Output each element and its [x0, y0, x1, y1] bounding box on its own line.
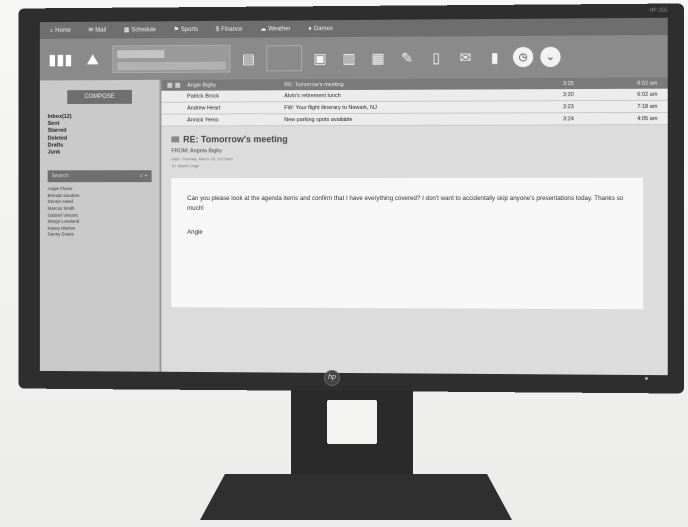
games-icon: ♦ [308, 25, 312, 32]
cell-subject: FW: Your flight itinerary to Newark, NJ [284, 104, 377, 111]
bar-chart-icon[interactable]: ▮▮▮ [48, 45, 73, 75]
cell-from: Annick Yemo [187, 116, 219, 123]
nav-label: Finance [221, 26, 243, 33]
nav-label: Home [55, 27, 71, 34]
compose-button[interactable]: COMPOSE [67, 89, 132, 105]
folder-item[interactable]: Junk [48, 149, 152, 156]
message-text: Can you please look at the agenda items … [187, 194, 624, 212]
print-icon[interactable]: ▣ [309, 47, 331, 69]
reader-from: FROM: Angela Bigby [171, 148, 223, 155]
monitor-screen: ⌂ Home ✉ Mail ▦ Schedule ⚑ Sports $ Finance ☁ Weath… [39, 17, 668, 376]
search-bar[interactable]: Search ⌕ + [47, 170, 152, 183]
pencil-icon[interactable]: ✎ [396, 47, 418, 69]
contact-list: Angie Flores Brenda Sanders Dennis Heed Mar… [48, 186, 152, 238]
clipboard-icon[interactable]: ▮ [484, 46, 506, 68]
mail-main: Angie Bigby RE: Tomorrow's meeting 3:25 … [159, 77, 668, 376]
monitor-corner-brand: HP 2EE [649, 7, 668, 14]
monitor-bezel: HP 2EE ⌂ Home ✉ Mail ▦ Schedule ⚑ Sports $ Financ… [18, 3, 685, 394]
calendar-icon: ▦ [123, 27, 130, 34]
stand-cable-hole [327, 400, 377, 444]
nav-label: Mail [95, 27, 107, 34]
save-icon[interactable]: ▥ [338, 47, 360, 69]
sports-icon: ⚑ [173, 27, 179, 34]
cell-subject: New parking spots available [284, 116, 353, 123]
table-row[interactable]: Annick Yemo New parking spots available 3:… [161, 112, 668, 127]
cell-time: 4:05 am [637, 115, 658, 122]
nav-item[interactable]: ⌂ Home [50, 27, 71, 33]
nav-item[interactable]: $ Finance [216, 26, 242, 32]
toolbar: ▮▮▮ ⛰ ▤ ▣ ▥ ▦ ✎ ▯ ✉ ▮ ◷ ⌄ [39, 34, 668, 81]
finance-icon: $ [215, 26, 220, 33]
mail-icon: ✉ [88, 27, 94, 34]
nav-label: Schedule [131, 26, 156, 33]
cell-from: Andrew Heart [187, 104, 221, 112]
nav-label: Games [313, 25, 333, 32]
cell-from: Patrick Brock [187, 93, 220, 100]
home-icon: ⌂ [49, 27, 54, 34]
text-icon[interactable]: ▤ [238, 48, 260, 70]
cell-subject: Alvin's retirement lunch [284, 92, 341, 99]
calendar-icon[interactable]: ▦ [367, 47, 389, 69]
style-box[interactable] [266, 45, 303, 72]
nav-label: Weather [268, 25, 291, 33]
cell-size: 3:23 [562, 103, 574, 110]
inbox-icon[interactable]: ✉ [454, 46, 476, 68]
header-size: 3:25 [562, 80, 574, 87]
font-format-box[interactable] [112, 44, 231, 74]
nav-item[interactable]: ✉ Mail [88, 27, 106, 34]
header-subject: RE: Tomorrow's meeting [284, 81, 344, 88]
folder-list: Inbox(12) Sent Starred Deleted Drafts Junk [48, 114, 152, 157]
cell-size: 3:20 [562, 91, 574, 98]
clock-icon[interactable]: ◷ [512, 46, 534, 68]
cell-size: 3:24 [562, 115, 574, 122]
nav-item[interactable]: ♦ Games [308, 26, 332, 32]
contact-item[interactable]: Danny Evans [48, 232, 152, 239]
reading-pane: RE: Tomorrow's meeting FROM: Angela Bigb… [171, 133, 657, 310]
nav-item[interactable]: ▦ Schedule [123, 26, 156, 34]
header-time: 8:52 am [637, 80, 658, 87]
nav-item[interactable]: ⚑ Sports [174, 26, 198, 33]
sidebar: COMPOSE Inbox(12) Sent Starred Deleted Draft… [39, 79, 160, 372]
reader-subject: RE: Tomorrow's meeting [171, 133, 657, 144]
mountain-icon[interactable]: ⛰ [80, 44, 105, 74]
header-from: Angie Bigby [187, 82, 217, 89]
nav-label: Sports [180, 26, 199, 33]
app-body: COMPOSE Inbox(12) Sent Starred Deleted Draft… [39, 77, 668, 376]
reader-to: To: Mariel Leigh [171, 163, 200, 169]
message-signature: Angie [187, 228, 203, 236]
message-table: Angie Bigby RE: Tomorrow's meeting 3:25 … [161, 77, 668, 127]
message-body: Can you please look at the agenda items … [171, 177, 644, 310]
monitor-stand-base [200, 474, 512, 520]
trash-icon[interactable]: ▯ [425, 46, 447, 68]
search-icon[interactable]: ⌕ + [140, 173, 148, 180]
search-label: Search [51, 173, 69, 180]
chevron-down-icon[interactable]: ⌄ [540, 46, 561, 68]
photo-scene: HP 2EE ⌂ Home ✉ Mail ▦ Schedule ⚑ Sports $ Financ… [0, 0, 688, 527]
envelope-icon [171, 136, 180, 143]
hp-logo: hp [324, 370, 340, 386]
power-indicator [645, 377, 648, 380]
cell-time: 6:02 am [637, 91, 658, 98]
weather-icon: ☁ [260, 26, 267, 33]
reader-date: Date: Tuesday, March 10, 10:25am [171, 156, 233, 162]
nav-item[interactable]: ☁ Weather [260, 25, 291, 33]
cell-time: 7:18 am [637, 103, 658, 110]
